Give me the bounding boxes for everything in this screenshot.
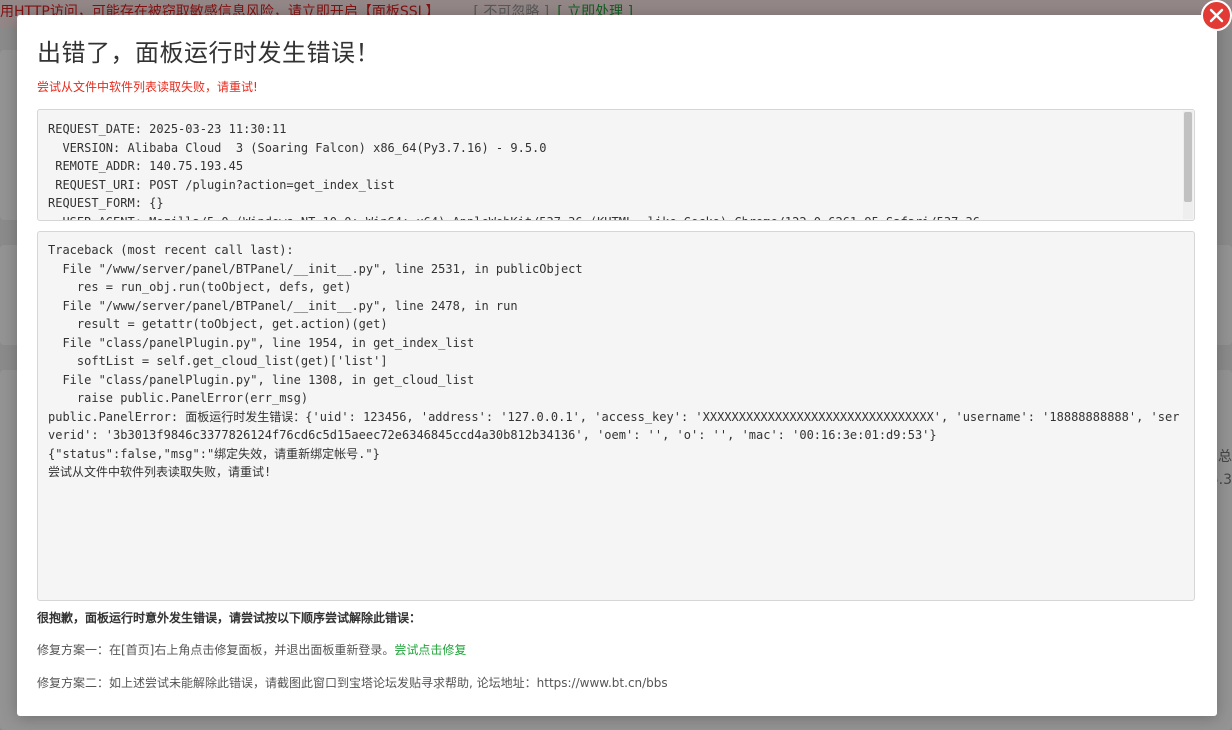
- traceback-line: File "/www/server/panel/BTPanel/__init__…: [48, 261, 583, 276]
- traceback-line: softList = self.get_cloud_list(get)['lis…: [48, 354, 388, 368]
- request-scrollbar[interactable]: [1183, 111, 1193, 219]
- fix-option-2: 修复方案二：如上述尝试未能解除此错误，请截图此窗口到宝塔论坛发贴寻求帮助, 论坛…: [37, 676, 668, 690]
- fix-option-1-text: 修复方案一：在[首页]右上角点击修复面板，并退出面板重新登录。: [37, 643, 395, 657]
- traceback-box[interactable]: Traceback (most recent call last): File …: [37, 231, 1195, 601]
- request-info-line: REQUEST_DATE: 2025-03-23 11:30:11: [48, 122, 287, 136]
- traceback-line: Traceback (most recent call last):: [48, 243, 294, 257]
- traceback-content: Traceback (most recent call last): File …: [48, 241, 1184, 482]
- traceback-line: File "class/panelPlugin.py", line 1954, …: [48, 335, 475, 350]
- request-info-line: REQUEST_URI: POST /plugin?action=get_ind…: [48, 177, 395, 192]
- traceback-line: File "class/panelPlugin.py", line 1308, …: [48, 372, 475, 387]
- traceback-line: result = getattr(toObject, get.action)(g…: [48, 317, 388, 331]
- traceback-line: public.PanelError: 面板运行时发生错误：{'uid': 123…: [48, 409, 1180, 443]
- dialog-title: 出错了，面板运行时发生错误！: [37, 39, 380, 67]
- traceback-line: res = run_obj.run(toObject, defs, get): [48, 280, 352, 294]
- traceback-line: 尝试从文件中软件列表读取失败，请重试!: [48, 465, 272, 479]
- request-info-content: REQUEST_DATE: 2025-03-23 11:30:11 VERSIO…: [48, 120, 1178, 221]
- error-dialog: 出错了，面板运行时发生错误！ 尝试从文件中软件列表读取失败，请重试! REQUE…: [17, 15, 1217, 716]
- dialog-subtitle: 尝试从文件中软件列表读取失败，请重试!: [37, 80, 258, 94]
- fix-option-1: 修复方案一：在[首页]右上角点击修复面板，并退出面板重新登录。尝试点击修复: [37, 641, 466, 658]
- help-title: 很抱歉，面板运行时意外发生错误，请尝试按以下顺序尝试解除此错误：: [37, 611, 422, 625]
- request-info-line: REQUEST_FORM: {}: [48, 196, 164, 210]
- request-info-line: USER_AGENT: Mozilla/5.0 (Windows NT 10.0…: [48, 213, 1178, 221]
- close-button[interactable]: [1201, 0, 1232, 31]
- request-info-line: REMOTE_ADDR: 140.75.193.45: [48, 159, 244, 173]
- close-icon: [1209, 8, 1224, 23]
- traceback-line: File "/www/server/panel/BTPanel/__init__…: [48, 298, 518, 313]
- repair-link[interactable]: 尝试点击修复: [394, 643, 466, 657]
- traceback-line: {"status":false,"msg":"绑定失效，请重新绑定帐号."}: [48, 446, 380, 461]
- request-info-box[interactable]: REQUEST_DATE: 2025-03-23 11:30:11 VERSIO…: [37, 109, 1195, 221]
- request-info-line: VERSION: Alibaba Cloud 3 (Soaring Falcon…: [48, 140, 547, 155]
- scrollbar-thumb[interactable]: [1184, 112, 1192, 202]
- traceback-line: raise public.PanelError(err_msg): [48, 391, 309, 405]
